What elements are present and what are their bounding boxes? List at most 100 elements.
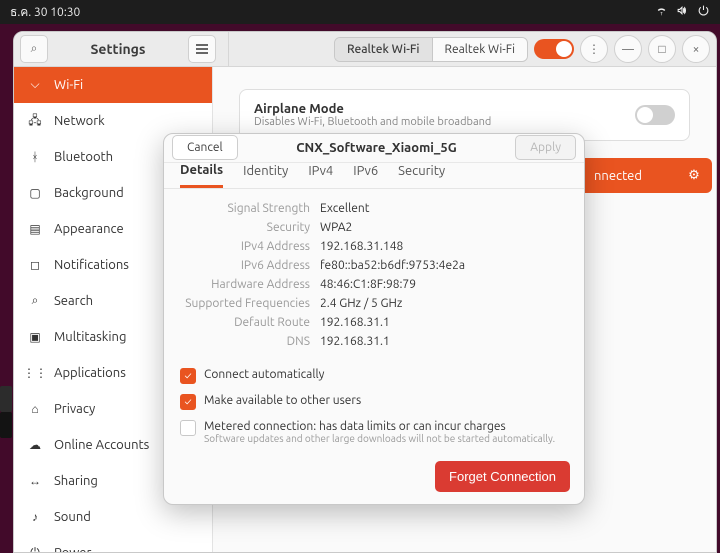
airplane-subtitle: Disables Wi-Fi, Bluetooth and mobile bro… (254, 116, 491, 128)
connect-automatically-label: Connect automatically (204, 368, 324, 381)
privacy-icon: ⌂ (28, 402, 42, 416)
airplane-toggle[interactable] (635, 105, 675, 125)
hamburger-button[interactable] (188, 35, 216, 63)
detail-row: Default Route 192.168.31.1 (180, 313, 568, 332)
detail-value: WPA2 (320, 221, 352, 234)
online-accounts-icon: ☁ (28, 438, 42, 452)
dock-item[interactable] (0, 386, 12, 412)
sidebar-item-label: Appearance (54, 222, 124, 236)
detail-key: IPv4 Address (180, 240, 310, 253)
applications-icon: ⋮⋮ (28, 366, 42, 380)
detail-value: fe80::ba52:b6df:9753:4e2a (320, 259, 465, 272)
volume-icon[interactable] (676, 4, 689, 20)
network-icon: 🖧 (28, 111, 42, 132)
sidebar-item-label: Wi-Fi (54, 78, 83, 92)
detail-row: Signal Strength Excellent (180, 199, 568, 218)
adapter-tab-b[interactable]: Realtek Wi-Fi (433, 38, 527, 61)
multitasking-icon: ▣ (28, 330, 42, 344)
sidebar-item-label: Sharing (54, 474, 98, 488)
sidebar-item-label: Network (54, 114, 105, 128)
search-icon: ⌕ (28, 294, 42, 308)
sidebar-item-label: Search (54, 294, 93, 308)
sidebar-item-label: Bluetooth (54, 150, 113, 164)
tab-details[interactable]: Details (180, 163, 223, 188)
sidebar-item-wi-fi[interactable]: ⌵ Wi-Fi (14, 67, 212, 103)
panel-clock: ธ.ค. 30 10:30 (10, 3, 80, 22)
detail-key: Supported Frequencies (180, 297, 310, 310)
detail-key: Signal Strength (180, 202, 310, 215)
detail-value: 192.168.31.1 (320, 316, 390, 329)
sidebar-item-label: Background (54, 186, 124, 200)
details-section: Signal Strength Excellent Security WPA2 IPv4… (164, 189, 584, 355)
tab-ipv4[interactable]: IPv4 (308, 164, 333, 186)
background-icon: ▢ (28, 186, 42, 200)
dialog-tabs: Details Identity IPv4 IPv6 Security (164, 163, 584, 189)
tab-ipv6[interactable]: IPv6 (353, 164, 378, 186)
detail-value: 2.4 GHz / 5 GHz (320, 297, 402, 310)
apply-button: Apply (515, 135, 576, 160)
detail-value: 48:46:C1:8F:98:79 (320, 278, 416, 291)
notifications-icon: ◻ (28, 258, 42, 272)
network-connected-row[interactable]: nnected ⚙ (584, 158, 712, 193)
adapter-segmented: Realtek Wi-Fi Realtek Wi-Fi (334, 37, 528, 62)
sidebar-item-label: Privacy (54, 402, 95, 416)
gear-icon[interactable]: ⚙ (682, 164, 706, 188)
adapter-tab-a[interactable]: Realtek Wi-Fi (335, 38, 433, 61)
wi-fi-icon: ⌵ (28, 78, 42, 92)
bluetooth-icon: ᚼ (28, 151, 42, 164)
sharing-icon: ↔ (28, 474, 42, 488)
power-icon: ⏻ (28, 546, 42, 553)
sidebar-item-power[interactable]: ⏻ Power (14, 535, 212, 553)
sidebar-item-label: Applications (54, 366, 126, 380)
detail-value: 192.168.31.1 (320, 335, 390, 348)
sound-icon: ♪ (28, 510, 42, 524)
titlebar: ⌕ Settings Realtek Wi-Fi Realtek Wi-Fi ⋮… (14, 32, 716, 67)
wifi-toggle[interactable] (534, 39, 574, 59)
detail-row: Supported Frequencies 2.4 GHz / 5 GHz (180, 294, 568, 313)
minimize-button[interactable]: — (614, 35, 642, 63)
close-button[interactable]: × (682, 35, 710, 63)
detail-key: DNS (180, 335, 310, 348)
metered-label: Metered connection: has data limits or c… (204, 420, 555, 433)
dialog-title: CNX_Software_Xiaomi_5G (238, 141, 516, 155)
connect-automatically-checkbox[interactable]: ✓ (180, 368, 196, 384)
connected-label: nnected (594, 169, 642, 183)
dock-item[interactable] (0, 412, 12, 438)
cancel-button[interactable]: Cancel (172, 135, 238, 160)
power-icon[interactable] (697, 4, 710, 20)
kebab-button[interactable]: ⋮ (580, 35, 608, 63)
options-section: ✓ Connect automatically ✓ Make available… (164, 355, 584, 453)
maximize-button[interactable]: □ (648, 35, 676, 63)
tab-identity[interactable]: Identity (243, 164, 288, 186)
wifi-details-dialog: Cancel CNX_Software_Xiaomi_5G Apply Deta… (163, 133, 585, 505)
sidebar-item-label: Power (54, 546, 91, 553)
share-label: Make available to other users (204, 394, 361, 407)
airplane-title: Airplane Mode (254, 102, 491, 116)
search-button[interactable]: ⌕ (20, 35, 48, 63)
window-title: Settings (48, 41, 188, 57)
sidebar-item-label: Notifications (54, 258, 129, 272)
sidebar-item-label: Online Accounts (54, 438, 149, 452)
metered-hint: Software updates and other large downloa… (204, 433, 555, 444)
detail-row: DNS 192.168.31.1 (180, 332, 568, 351)
detail-key: IPv6 Address (180, 259, 310, 272)
detail-row: IPv4 Address 192.168.31.148 (180, 237, 568, 256)
detail-value: Excellent (320, 202, 369, 215)
detail-row: Hardware Address 48:46:C1:8F:98:79 (180, 275, 568, 294)
forget-connection-button[interactable]: Forget Connection (435, 461, 570, 492)
wifi-icon[interactable] (655, 4, 668, 20)
titlebar-separator (228, 32, 229, 66)
metered-checkbox[interactable]: ✓ (180, 420, 196, 436)
tab-security[interactable]: Security (398, 164, 445, 186)
appearance-icon: ▤ (28, 222, 42, 236)
system-tray (655, 4, 710, 20)
detail-key: Security (180, 221, 310, 234)
detail-row: Security WPA2 (180, 218, 568, 237)
detail-key: Hardware Address (180, 278, 310, 291)
detail-key: Default Route (180, 316, 310, 329)
share-checkbox[interactable]: ✓ (180, 394, 196, 410)
sidebar-item-label: Multitasking (54, 330, 126, 344)
detail-row: IPv6 Address fe80::ba52:b6df:9753:4e2a (180, 256, 568, 275)
sidebar-item-label: Sound (54, 510, 91, 524)
detail-value: 192.168.31.148 (320, 240, 403, 253)
